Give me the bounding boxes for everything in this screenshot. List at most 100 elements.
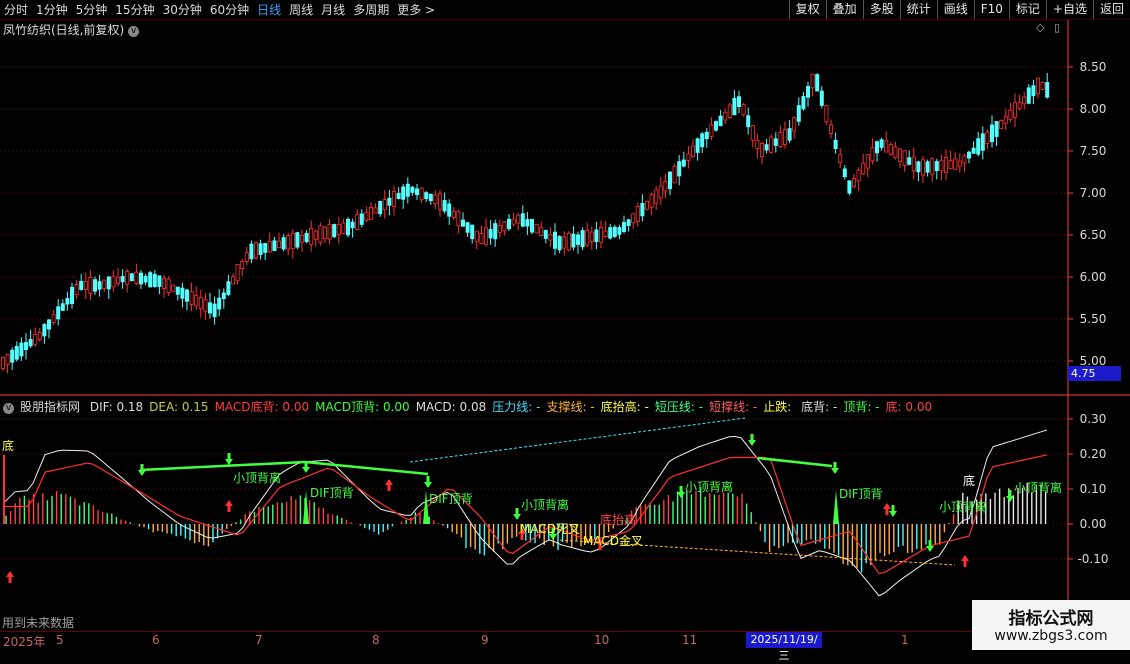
candle-body bbox=[838, 154, 843, 163]
candle-body bbox=[447, 203, 452, 217]
candle-body bbox=[562, 236, 567, 249]
candle-body bbox=[97, 281, 102, 290]
candle-body bbox=[755, 139, 760, 149]
candle-body bbox=[944, 157, 949, 173]
candle-body bbox=[470, 224, 475, 240]
date-highlight: 2025/11/19/三 bbox=[746, 632, 822, 662]
candle-body bbox=[658, 185, 663, 199]
candle-body bbox=[42, 324, 47, 337]
small-top-divergence-label: 小顶背离 bbox=[685, 479, 733, 494]
candle-body bbox=[603, 230, 608, 237]
candle-body bbox=[520, 213, 525, 227]
candle-body bbox=[1008, 109, 1013, 120]
candle-body bbox=[194, 294, 199, 307]
candle-body bbox=[957, 160, 962, 167]
candle-body bbox=[934, 161, 939, 172]
candle-body bbox=[88, 277, 93, 294]
candle-body bbox=[1036, 77, 1041, 95]
candle-body bbox=[345, 218, 350, 236]
price-tick-label: 6.00 bbox=[1080, 270, 1107, 284]
dea-line bbox=[3, 454, 1048, 575]
right-side-panel[interactable] bbox=[1118, 20, 1130, 400]
candle-body bbox=[585, 229, 590, 246]
candle-body bbox=[704, 131, 709, 140]
current-price-tag: 4.75 bbox=[1068, 366, 1121, 381]
indicator-field: 压力线: - bbox=[492, 400, 541, 414]
indicator-field: MACD底背: 0.00 bbox=[214, 400, 310, 414]
candle-body bbox=[106, 276, 111, 290]
kline-chart[interactable]: 8.508.007.507.006.506.005.505.000.300.20… bbox=[0, 0, 1130, 650]
candle-body bbox=[65, 298, 70, 305]
candle-body bbox=[0, 357, 6, 369]
candle-body bbox=[295, 232, 300, 248]
short-pressure-line bbox=[139, 460, 306, 472]
red-up-arrow bbox=[6, 571, 14, 583]
candle-body bbox=[718, 115, 723, 127]
candle-body bbox=[37, 332, 42, 340]
chevron-down-icon[interactable]: v bbox=[3, 403, 14, 414]
short-pressure-line bbox=[757, 456, 833, 468]
candle-body bbox=[760, 142, 765, 157]
candle-body bbox=[382, 199, 387, 211]
candle-body bbox=[783, 129, 788, 145]
candle-body bbox=[424, 192, 429, 200]
candle-body bbox=[51, 314, 56, 323]
short-pressure-line bbox=[304, 460, 429, 476]
candle-body bbox=[732, 97, 737, 116]
candle-body bbox=[967, 151, 972, 159]
indicator-field: 短压线: - bbox=[654, 400, 704, 414]
candle-body bbox=[852, 178, 857, 188]
candle-body bbox=[617, 227, 622, 235]
candle-body bbox=[355, 214, 360, 230]
candle-body bbox=[939, 159, 944, 172]
candle-body bbox=[171, 284, 176, 292]
candle-body bbox=[677, 161, 682, 177]
candle-body bbox=[327, 223, 332, 240]
candle-body bbox=[460, 219, 465, 227]
small-top-divergence-label: 小顶背离 bbox=[1014, 480, 1062, 495]
candle-body bbox=[309, 228, 314, 245]
candle-body bbox=[594, 229, 599, 242]
date-tick: 9 bbox=[481, 633, 489, 647]
candle-body bbox=[226, 281, 231, 295]
candle-body bbox=[212, 303, 217, 318]
green-down-arrow bbox=[424, 476, 432, 488]
candle-body bbox=[930, 158, 935, 175]
candle-body bbox=[962, 155, 967, 164]
candle-body bbox=[474, 230, 479, 242]
indicator-tick-label: -0.10 bbox=[1077, 552, 1108, 566]
candle-body bbox=[921, 159, 926, 176]
candle-body bbox=[14, 346, 19, 360]
red-up-arrow bbox=[961, 555, 969, 567]
candle-body bbox=[129, 273, 134, 282]
indicator-name: 股朋指标网 bbox=[20, 400, 81, 414]
candle-body bbox=[511, 218, 516, 225]
candle-body bbox=[56, 306, 61, 320]
candle-body bbox=[778, 132, 783, 148]
indicator-fields: DIF: 0.18 DEA: 0.15 MACD底背: 0.00 MACD顶背: 0.… bbox=[90, 400, 938, 414]
candle-body bbox=[180, 287, 185, 299]
candle-body bbox=[33, 333, 38, 345]
dif-top-divergence-label: DIF顶背 bbox=[310, 486, 354, 500]
indicator-tick-label: 0.00 bbox=[1080, 517, 1107, 531]
price-tick-label: 7.00 bbox=[1080, 186, 1107, 200]
candle-body bbox=[727, 104, 732, 119]
candle-body bbox=[102, 279, 107, 289]
candle-body bbox=[93, 279, 98, 292]
small-top-divergence-label: 小顶背离 bbox=[521, 497, 569, 512]
pressure-line bbox=[409, 417, 746, 463]
candle-body bbox=[1040, 82, 1045, 90]
candle-body bbox=[442, 200, 447, 212]
candle-body bbox=[663, 180, 668, 192]
candle-body bbox=[506, 218, 511, 230]
candle-body bbox=[405, 183, 410, 197]
candle-body bbox=[419, 187, 424, 200]
candle-body bbox=[681, 159, 686, 167]
red-up-arrow bbox=[225, 500, 233, 512]
candle-body bbox=[654, 189, 659, 204]
candle-body bbox=[695, 138, 700, 153]
candle-body bbox=[217, 297, 222, 310]
candle-body bbox=[888, 144, 893, 155]
candle-body bbox=[203, 299, 208, 312]
candle-body bbox=[571, 233, 576, 248]
